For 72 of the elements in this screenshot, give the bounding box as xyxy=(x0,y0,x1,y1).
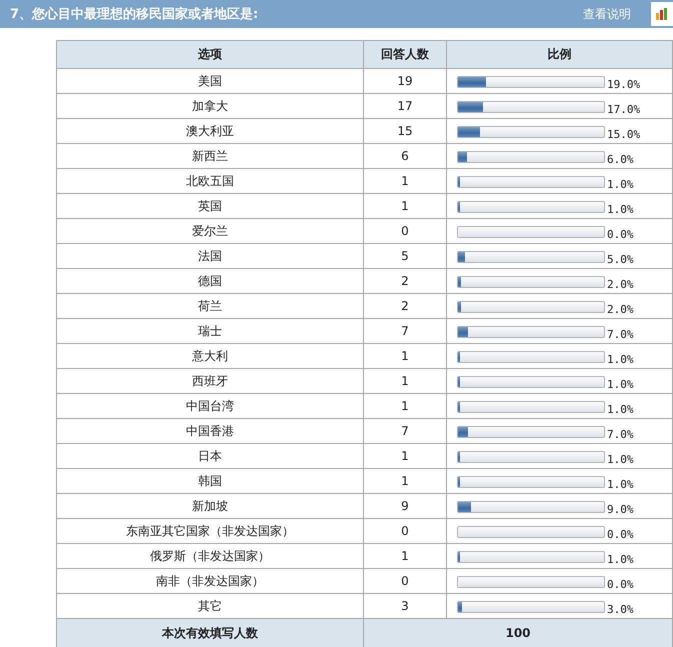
count-cell: 15 xyxy=(364,118,446,144)
count-cell: 1 xyxy=(364,444,446,468)
column-header: 比例 xyxy=(446,40,672,68)
option-cell: 俄罗斯（非发达国家） xyxy=(56,544,364,568)
column-header: 回答人数 xyxy=(364,40,446,68)
percent-text: 9.0% xyxy=(607,502,634,516)
percent-text: 1.0% xyxy=(607,478,634,490)
percent-text: 7.0% xyxy=(607,328,634,340)
total-value: 100 xyxy=(364,618,672,647)
percent-text: 5.0% xyxy=(607,252,634,266)
count-cell: 2 xyxy=(364,294,446,318)
percent-text: 6.0% xyxy=(607,152,634,166)
option-cell: 南非（非发达国家） xyxy=(56,568,364,594)
option-cell: 荷兰 xyxy=(56,294,364,318)
percent-text: 7.0% xyxy=(607,428,634,440)
percent-text: 17.0% xyxy=(607,102,640,116)
count-cell: 5 xyxy=(364,244,446,268)
column-header: 选项 xyxy=(56,40,364,68)
count-cell: 6 xyxy=(364,144,446,168)
bar-chart-icon[interactable] xyxy=(651,2,673,26)
help-link[interactable]: 查看说明 xyxy=(583,6,631,22)
option-cell: 东南亚其它国家（非发达国家） xyxy=(56,518,364,544)
option-cell: 加拿大 xyxy=(56,94,364,118)
count-cell: 0 xyxy=(364,518,446,544)
option-cell: 新加坡 xyxy=(56,494,364,518)
option-cell: 中国台湾 xyxy=(56,394,364,418)
percent-text: 2.0% xyxy=(607,302,634,316)
option-cell: 英国 xyxy=(56,194,364,218)
percent-text: 1.0% xyxy=(607,378,634,390)
count-cell: 1 xyxy=(364,544,446,568)
percent-text: 19.0% xyxy=(607,78,640,90)
percent-text: 15.0% xyxy=(607,128,640,140)
percent-text: 0.0% xyxy=(607,228,634,240)
question-title: 7、您心目中最理想的移民国家或者地区是: xyxy=(10,6,260,23)
percent-text: 1.0% xyxy=(607,552,634,566)
option-cell: 爱尔兰 xyxy=(56,218,364,244)
total-label: 本次有效填写人数 xyxy=(56,618,364,647)
count-cell: 1 xyxy=(364,194,446,218)
count-cell: 1 xyxy=(364,368,446,394)
count-cell: 7 xyxy=(364,318,446,344)
option-cell: 中国香港 xyxy=(56,418,364,444)
option-cell: 法国 xyxy=(56,244,364,268)
percent-text: 0.0% xyxy=(607,528,634,540)
option-cell: 日本 xyxy=(56,444,364,468)
count-cell: 1 xyxy=(364,344,446,368)
count-cell: 0 xyxy=(364,218,446,244)
option-cell: 新西兰 xyxy=(56,144,364,168)
option-cell: 北欧五国 xyxy=(56,168,364,194)
count-cell: 1 xyxy=(364,394,446,418)
count-cell: 7 xyxy=(364,418,446,444)
option-cell: 西班牙 xyxy=(56,368,364,394)
percent-text: 1.0% xyxy=(607,402,634,416)
option-cell: 美国 xyxy=(56,68,364,94)
option-cell: 澳大利亚 xyxy=(56,118,364,144)
count-cell: 1 xyxy=(364,168,446,194)
percent-text: 1.0% xyxy=(607,178,634,190)
option-cell: 韩国 xyxy=(56,468,364,494)
count-cell: 0 xyxy=(364,568,446,594)
option-cell: 德国 xyxy=(56,268,364,294)
count-cell: 19 xyxy=(364,68,446,94)
percent-text: 1.0% xyxy=(607,202,634,216)
percent-text: 0.0% xyxy=(607,578,634,590)
percent-text: 2.0% xyxy=(607,278,634,290)
percent-text: 1.0% xyxy=(607,352,634,366)
count-cell: 2 xyxy=(364,268,446,294)
percent-text: 3.0% xyxy=(607,602,634,616)
percent-text: 1.0% xyxy=(607,452,634,466)
count-cell: 9 xyxy=(364,494,446,518)
option-cell: 瑞士 xyxy=(56,318,364,344)
option-cell: 意大利 xyxy=(56,344,364,368)
count-cell: 17 xyxy=(364,94,446,118)
count-cell: 1 xyxy=(364,468,446,494)
